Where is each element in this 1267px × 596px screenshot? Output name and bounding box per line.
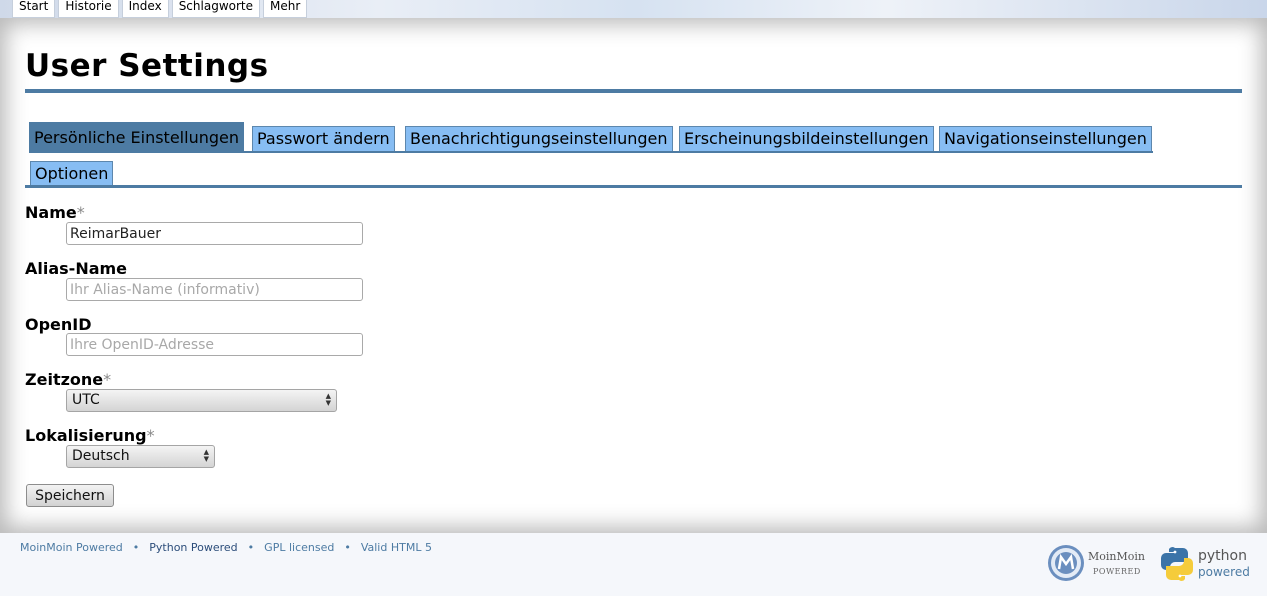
timezone-value: UTC: [72, 392, 100, 408]
locale-label-text: Lokalisierung: [25, 426, 147, 445]
moinmoin-powered-badge[interactable]: MoinMoin POWERED: [1047, 543, 1147, 583]
required-mark: *: [146, 426, 155, 445]
timezone-label: Zeitzone*: [25, 370, 111, 389]
alias-label-text: Alias-Name: [25, 259, 128, 278]
locale-select[interactable]: Deutsch ▲ ▼: [66, 445, 215, 468]
page-title: User Settings: [25, 48, 269, 84]
required-mark: *: [76, 203, 85, 222]
nav-historie[interactable]: Historie: [58, 0, 119, 18]
nav-index[interactable]: Index: [121, 0, 169, 18]
title-divider: [25, 89, 1242, 93]
name-label-text: Name: [25, 203, 77, 222]
select-arrows-icon: ▲ ▼: [203, 448, 209, 463]
tab-notification-settings[interactable]: Benachrichtigungseinstellungen: [405, 126, 673, 152]
name-label: Name*: [25, 203, 85, 222]
openid-label: OpenID: [25, 315, 92, 334]
top-navigation-bar: Start Historie Index Schlagworte Mehr: [0, 0, 1267, 18]
footer-separator: •: [132, 541, 140, 554]
timezone-select[interactable]: UTC ▲ ▼: [66, 389, 337, 412]
footer-link-gpl[interactable]: GPL licensed: [264, 541, 334, 554]
openid-field[interactable]: [66, 333, 363, 356]
openid-label-text: OpenID: [25, 315, 92, 334]
timezone-label-text: Zeitzone: [25, 370, 104, 389]
footer-link-html5[interactable]: Valid HTML 5: [361, 541, 432, 554]
locale-label: Lokalisierung*: [25, 426, 155, 445]
tab-options[interactable]: Optionen: [30, 161, 114, 187]
footer-separator: •: [344, 541, 351, 554]
python-logo-icon: [1161, 547, 1193, 581]
moinmoin-badge-text: MoinMoin: [1088, 550, 1145, 563]
tab-personal-settings[interactable]: Persönliche Einstellungen: [29, 122, 244, 152]
name-field[interactable]: [66, 222, 363, 245]
tab-navigation-settings[interactable]: Navigationseinstellungen: [939, 126, 1152, 152]
nav-schlagworte[interactable]: Schlagworte: [171, 0, 260, 18]
python-powered-badge[interactable]: python powered: [1160, 545, 1255, 583]
moinmoin-logo-icon: [1048, 545, 1084, 581]
alias-field[interactable]: [66, 278, 363, 301]
python-badge-text: python: [1198, 548, 1247, 564]
tabs-divider: [25, 185, 1242, 188]
alias-label: Alias-Name: [25, 259, 127, 278]
tab-appearance-settings[interactable]: Erscheinungsbildeinstellungen: [679, 126, 934, 152]
footer-links: MoinMoin Powered • Python Powered • GPL …: [20, 541, 432, 554]
nav-mehr[interactable]: Mehr: [263, 0, 308, 18]
moinmoin-badge-subtext: POWERED: [1093, 567, 1141, 576]
locale-value: Deutsch: [72, 448, 130, 464]
save-button[interactable]: Speichern: [26, 484, 114, 507]
top-nav: Start Historie Index Schlagworte Mehr: [12, 0, 308, 18]
python-badge-subtext: powered: [1198, 565, 1250, 579]
required-mark: *: [103, 370, 112, 389]
footer-separator: •: [247, 541, 255, 554]
tab-change-password[interactable]: Passwort ändern: [252, 126, 395, 152]
footer-link-moinmoin[interactable]: MoinMoin Powered: [20, 541, 123, 554]
select-arrows-icon: ▲ ▼: [325, 392, 331, 407]
tab-row-divider: [29, 151, 1153, 153]
footer-link-python[interactable]: Python Powered: [149, 541, 237, 554]
nav-start[interactable]: Start: [12, 0, 56, 18]
